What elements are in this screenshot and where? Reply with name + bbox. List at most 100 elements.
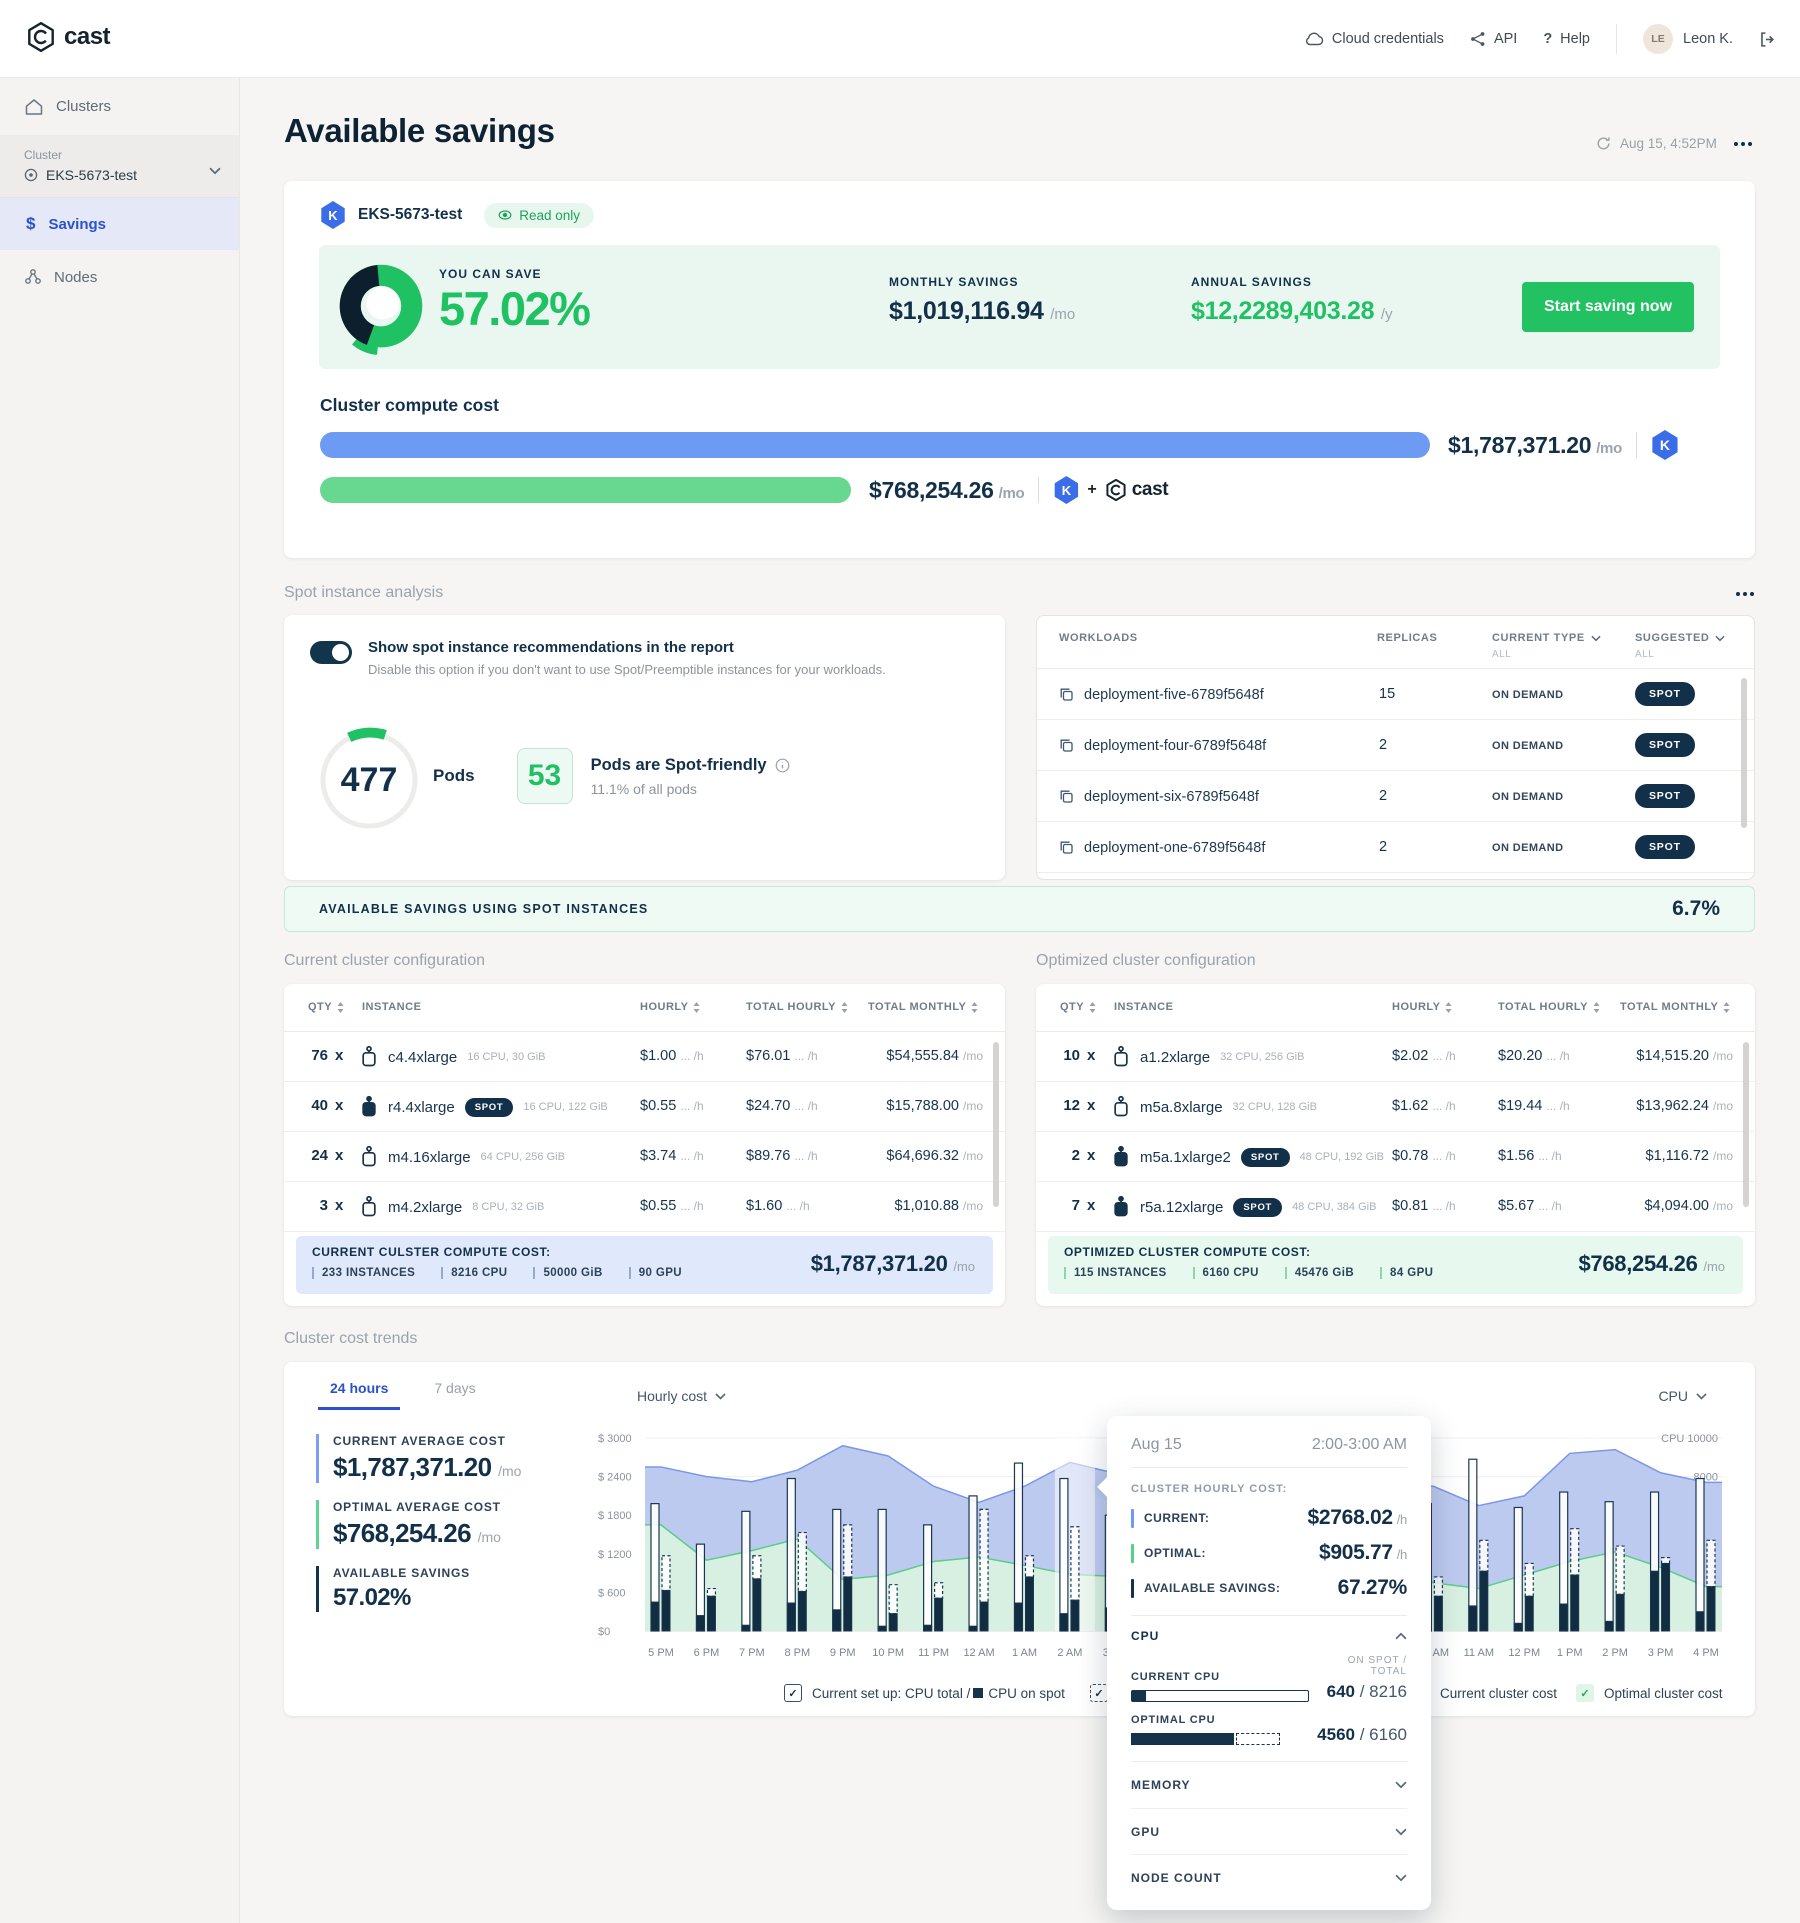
checkbox-green[interactable]: ✓ [1576, 1684, 1594, 1702]
checkbox-dashed[interactable]: ✓ [1090, 1684, 1108, 1702]
legend-optimal-cluster-cost[interactable]: ✓ Optimal cluster cost [1576, 1684, 1723, 1702]
config-scrollbar[interactable] [993, 1042, 999, 1207]
svg-text:CPU 10000: CPU 10000 [1661, 1433, 1718, 1445]
config-footer-value: $768,254.26 /mo [1578, 1251, 1725, 1277]
info-icon[interactable] [775, 758, 790, 773]
tab-24-hours[interactable]: 24 hours [318, 1380, 400, 1410]
refresh-icon[interactable] [1596, 136, 1611, 151]
right-axis-select[interactable]: CPU [1658, 1388, 1707, 1404]
user-name: Leon K. [1683, 31, 1733, 47]
banner-value: 6.7% [1672, 897, 1720, 921]
total-hourly-cost: $19.44 ... /h [1498, 1098, 1570, 1114]
sort-icon[interactable] [1089, 1002, 1096, 1013]
cluster-selector[interactable]: Cluster EKS-5673-test [0, 136, 239, 198]
tooltip-optimal-row: OPTIMAL: $905.77/h [1131, 1541, 1407, 1565]
sort-icon[interactable] [841, 1002, 848, 1013]
sidebar-item-savings[interactable]: $ Savings [0, 198, 239, 250]
col-hourly: HOURLY [1392, 1001, 1452, 1013]
total-monthly-cost: $4,094.00 /mo [1644, 1198, 1733, 1214]
tooltip-section-memory[interactable]: MEMORY [1131, 1762, 1407, 1808]
workload-row[interactable]: deployment-one-6789f5648f2ON DEMANDSPOT [1037, 822, 1754, 873]
chart-tooltip: Aug 15 2:00-3:00 AM CLUSTER HOURLY COST:… [1107, 1416, 1431, 1910]
config-scrollbar[interactable] [1743, 1042, 1749, 1207]
copy-icon [1059, 840, 1074, 855]
sort-icon[interactable] [1593, 1002, 1600, 1013]
tab-7-days[interactable]: 7 days [434, 1380, 475, 1410]
sidebar-item-nodes[interactable]: Nodes [0, 250, 239, 304]
workloads-scrollbar[interactable] [1741, 678, 1747, 828]
config-table-row[interactable]: 2xm5a.1xlarge2SPOT48 CPU, 192 GiB$0.78 .… [1036, 1132, 1755, 1182]
spot-recommendations-toggle[interactable] [310, 641, 352, 664]
cast-logo-small: cast [1105, 479, 1168, 501]
col-suggested[interactable]: SUGGESTED [1635, 632, 1725, 644]
config-table-row[interactable]: 10xa1.2xlarge32 CPU, 256 GiB$2.02 ... /h… [1036, 1032, 1755, 1082]
help-icon: ? [1543, 31, 1552, 47]
instance-qty: 24x [302, 1147, 354, 1164]
config-table-row[interactable]: 24xm4.16xlarge64 CPU, 256 GiB$3.74 ... /… [284, 1132, 1005, 1182]
workload-replicas: 2 [1379, 788, 1387, 804]
cloud-credentials-link[interactable]: Cloud credentials [1304, 31, 1444, 47]
workload-row[interactable]: deployment-four-6789f5648f2ON DEMANDSPOT [1037, 720, 1754, 771]
toggle-subtitle: Disable this option if you don't want to… [368, 662, 886, 677]
user-menu[interactable]: LE Leon K. [1643, 24, 1733, 54]
chevron-down-icon [1696, 1393, 1707, 1400]
divider [1038, 477, 1039, 503]
legend-current-cluster-cost[interactable]: ✓ Current cluster cost [1412, 1684, 1557, 1702]
scope-icon [24, 168, 38, 182]
pods-label: Pods [433, 766, 475, 786]
tooltip-current-cpu: CURRENT CPU ON SPOT / TOTAL 640 / 8216 [1131, 1655, 1407, 1702]
workload-row[interactable]: deployment-five-6789f5648f15ON DEMANDSPO… [1037, 669, 1754, 720]
svg-text:10 PM: 10 PM [872, 1647, 904, 1659]
workload-current-type: ON DEMAND [1492, 842, 1563, 854]
workloads-table: WORKLOADS REPLICAS CURRENT TYPE ALL SUGG… [1036, 615, 1755, 880]
spot-friendly-percentage: 11.1% of all pods [591, 781, 790, 797]
config-table-row[interactable]: 76xc4.4xlarge16 CPU, 30 GiB$1.00 ... /h$… [284, 1032, 1005, 1082]
col-qty: QTY [308, 1001, 344, 1013]
divider [1636, 432, 1637, 458]
hourly-cost: $1.62 ... /h [1392, 1098, 1456, 1114]
config-table-row[interactable]: 40xr4.4xlargeSPOT16 CPU, 122 GiB$0.55 ..… [284, 1082, 1005, 1132]
config-table-row[interactable]: 7xr5a.12xlargeSPOT48 CPU, 384 GiB$0.81 .… [1036, 1182, 1755, 1232]
col-instance: INSTANCE [1114, 1001, 1173, 1013]
tooltip-section-node-count[interactable]: NODE COUNT [1131, 1854, 1407, 1900]
config-table-row[interactable]: 3xm4.2xlarge8 CPU, 32 GiB$0.55 ... /h$1.… [284, 1182, 1005, 1232]
config-footer-title: CURRENT CULSTER COMPUTE COST: [312, 1245, 551, 1259]
tooltip-cpu-section[interactable]: CPU [1131, 1629, 1407, 1643]
total-hourly-cost: $20.20 ... /h [1498, 1048, 1570, 1064]
logout-icon[interactable] [1759, 31, 1776, 48]
more-options-icon[interactable] [1734, 142, 1752, 146]
current-config-label: Current cluster configuration [284, 952, 485, 970]
help-link[interactable]: ? Help [1543, 31, 1590, 47]
sort-icon[interactable] [337, 1002, 344, 1013]
col-replicas: REPLICAS [1377, 632, 1437, 644]
instance-name: m5a.8xlarge [1140, 1099, 1223, 1116]
total-hourly-cost: $1.56 ... /h [1498, 1148, 1562, 1164]
spot-more-options-icon[interactable] [1736, 592, 1754, 596]
avatar: LE [1643, 24, 1673, 54]
sort-icon[interactable] [693, 1002, 700, 1013]
col-total-hourly: TOTAL HOURLY [746, 1001, 848, 1013]
sort-icon[interactable] [1445, 1002, 1452, 1013]
config-table-row[interactable]: 12xm5a.8xlarge32 CPU, 128 GiB$1.62 ... /… [1036, 1082, 1755, 1132]
sort-icon[interactable] [1723, 1002, 1730, 1013]
col-current-type[interactable]: CURRENT TYPE [1492, 632, 1601, 644]
api-link[interactable]: API [1470, 31, 1517, 47]
cast-logo[interactable]: cast [26, 22, 110, 52]
chevron-down-icon [1395, 1874, 1407, 1882]
workload-row[interactable]: deployment-six-6789f5648f2ON DEMANDSPOT [1037, 771, 1754, 822]
sidebar-item-clusters[interactable]: Clusters [0, 78, 239, 136]
checkbox-checked[interactable]: ✓ [784, 1684, 802, 1702]
metric-select[interactable]: Hourly cost [637, 1388, 726, 1404]
report-timestamp: Aug 15, 4:52PM [1620, 136, 1717, 151]
current-type-filter: ALL [1492, 649, 1511, 660]
instance-qty: 7x [1054, 1197, 1106, 1214]
copy-icon [1059, 789, 1074, 804]
start-saving-button[interactable]: Start saving now [1522, 282, 1694, 332]
workload-row[interactable]: deployment-four-6789f5648f2ON DEMANDSPOT [1037, 873, 1754, 880]
tooltip-optimal-cpu: OPTIMAL CPU 4560 / 6160 [1131, 1714, 1407, 1745]
legend-current-setup[interactable]: ✓ Current set up: CPU total /CPU on spot [784, 1684, 1065, 1702]
tooltip-section-gpu[interactable]: GPU [1131, 1808, 1407, 1854]
sort-icon[interactable] [971, 1002, 978, 1013]
config-footer-stat: 8216 CPU [441, 1267, 507, 1279]
cast-logo-icon [26, 22, 56, 52]
